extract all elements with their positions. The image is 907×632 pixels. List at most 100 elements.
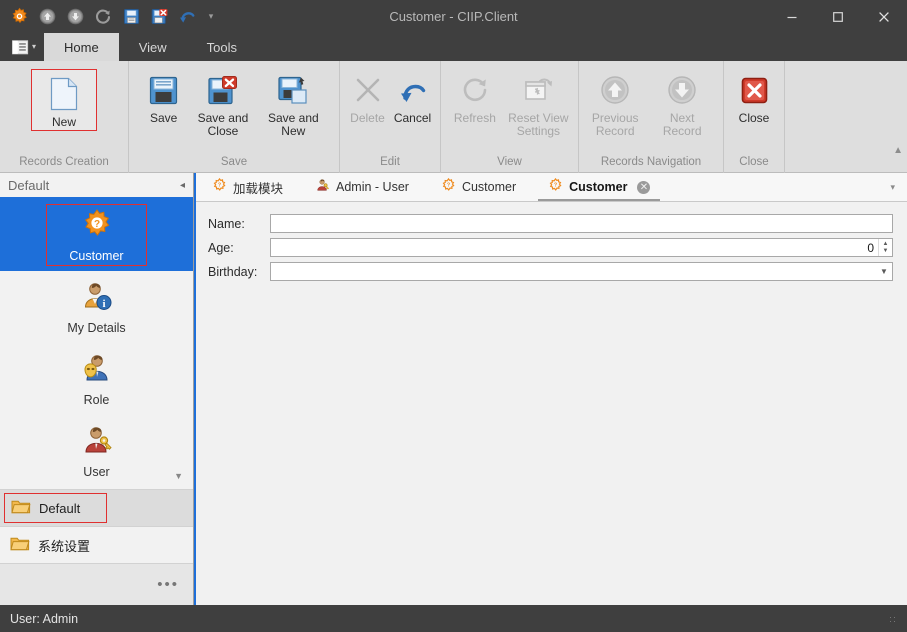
save-and-close-icon[interactable] bbox=[146, 4, 172, 30]
close-button[interactable] bbox=[861, 0, 907, 33]
navigation-pane-header[interactable]: Default ◂ bbox=[0, 173, 193, 199]
chevron-down-icon: ▾ bbox=[32, 42, 37, 51]
birthday-input[interactable]: ▼ bbox=[270, 262, 893, 281]
resize-grip[interactable]: ·· ·· bbox=[889, 612, 897, 625]
document-tab-admin-user-label: Admin - User bbox=[336, 180, 409, 194]
svg-text:?: ? bbox=[554, 182, 557, 188]
spinner-up-icon[interactable]: ▲ bbox=[883, 241, 889, 247]
document-tab-customer-1-label: Customer bbox=[461, 180, 517, 194]
chevron-down-icon[interactable]: ▼ bbox=[876, 263, 892, 280]
form-row-age: Age: 0 ▲ ▼ bbox=[208, 238, 893, 257]
sidebar-item-my-details[interactable]: i My Details bbox=[0, 271, 193, 343]
application-menu-button[interactable]: ▾ bbox=[8, 33, 44, 61]
svg-text:?: ? bbox=[447, 182, 450, 188]
orange-gear-question-icon: ? bbox=[441, 177, 456, 196]
age-input-value: 0 bbox=[867, 240, 874, 255]
delete-button[interactable]: Delete bbox=[346, 67, 389, 125]
close-icon[interactable]: ✕ bbox=[637, 180, 651, 194]
refresh-icon[interactable] bbox=[90, 4, 116, 30]
name-label: Name: bbox=[208, 216, 245, 231]
new-button[interactable]: New bbox=[31, 69, 97, 131]
cancel-button[interactable]: Cancel bbox=[391, 67, 434, 125]
sidebar-item-customer-label: Customer bbox=[69, 249, 124, 263]
nav-group-system-settings-label: 系统设置 bbox=[38, 538, 91, 554]
previous-record-button[interactable]: Previous Record bbox=[585, 67, 645, 138]
status-bar-user-text: User: Admin bbox=[10, 611, 79, 626]
ribbon-tab-tools[interactable]: Tools bbox=[187, 33, 257, 61]
ribbon-group-label-close: Close bbox=[739, 156, 769, 168]
document-tab-load-module[interactable]: ? 加载模块 bbox=[196, 173, 299, 201]
navigation-pane-footer: ••• bbox=[0, 563, 193, 605]
document-tabs-overflow-icon[interactable]: ▾ bbox=[890, 173, 907, 201]
svg-text:?: ? bbox=[218, 182, 221, 188]
close-record-button-label: Close bbox=[738, 111, 770, 125]
main-content: Default ◂ ? Customer i My Details Role U… bbox=[0, 173, 907, 605]
nav-group-default[interactable]: Default bbox=[0, 489, 193, 526]
ribbon-tab-strip: ▾ Home View Tools bbox=[0, 33, 907, 61]
floppy-disk-new-icon bbox=[277, 71, 310, 109]
orange-gear-question-icon: ? bbox=[80, 208, 114, 247]
ribbon-group-label-records-navigation: Records Navigation bbox=[600, 156, 702, 168]
save-and-close-button[interactable]: Save and Close bbox=[194, 67, 251, 138]
age-spinner[interactable]: ▲ ▼ bbox=[878, 239, 892, 256]
close-record-button[interactable]: Close bbox=[730, 67, 778, 125]
nav-group-system-settings[interactable]: 系统设置 bbox=[0, 526, 193, 563]
save-and-new-button[interactable]: Save and New bbox=[254, 67, 333, 138]
ribbon-group-label-view: View bbox=[497, 156, 522, 168]
refresh-button-label: Refresh bbox=[453, 111, 496, 125]
arrow-up-icon[interactable] bbox=[34, 4, 60, 30]
next-record-button-label: Next Record bbox=[662, 111, 702, 138]
user-mask-icon bbox=[80, 352, 114, 391]
refresh-button[interactable]: Refresh bbox=[447, 67, 503, 125]
save-and-close-button-label: Save and Close bbox=[197, 111, 249, 138]
ribbon-filler bbox=[785, 61, 907, 172]
app-gear-icon[interactable] bbox=[6, 4, 32, 30]
document-tab-strip: ? 加载模块 Admin - User ? Customer ? Custome… bbox=[196, 173, 907, 202]
name-input[interactable] bbox=[270, 214, 893, 233]
document-tab-load-module-label: 加载模块 bbox=[233, 181, 284, 196]
save-icon[interactable] bbox=[118, 4, 144, 30]
spinner-down-icon[interactable]: ▼ bbox=[883, 248, 889, 254]
title-bar: ▾ Customer - CIIP.Client bbox=[0, 0, 907, 33]
arrow-down-icon[interactable] bbox=[62, 4, 88, 30]
navigation-groups: Default 系统设置 bbox=[0, 489, 193, 563]
age-label: Age: bbox=[208, 240, 234, 255]
circle-arrow-down-icon bbox=[667, 71, 697, 109]
orange-gear-question-icon: ? bbox=[212, 177, 227, 196]
navigation-overflow-button[interactable]: ••• bbox=[157, 576, 179, 593]
minimize-button[interactable] bbox=[769, 0, 815, 33]
document-tab-admin-user[interactable]: Admin - User bbox=[299, 173, 425, 201]
refresh-circular-icon bbox=[460, 71, 490, 109]
chevron-down-icon[interactable]: ▼ bbox=[174, 471, 183, 481]
ribbon-group-view: Refresh Reset View Settings View bbox=[441, 61, 579, 173]
folder-icon bbox=[11, 498, 31, 518]
svg-text:?: ? bbox=[93, 219, 99, 230]
document-tab-customer-2[interactable]: ? Customer ✕ bbox=[532, 173, 666, 201]
age-input[interactable]: 0 ▲ ▼ bbox=[270, 238, 893, 257]
next-record-button[interactable]: Next Record bbox=[647, 67, 717, 138]
delete-button-label: Delete bbox=[350, 111, 385, 125]
ribbon-group-edit: Delete Cancel Edit bbox=[340, 61, 441, 173]
ribbon-collapse-button[interactable]: ▲ bbox=[893, 145, 903, 156]
window-controls bbox=[769, 0, 907, 33]
undo-icon[interactable] bbox=[174, 4, 200, 30]
chevron-left-icon[interactable]: ◂ bbox=[180, 180, 185, 191]
application-window: ▾ Customer - CIIP.Client ▾ Home View Too… bbox=[0, 0, 907, 632]
circle-arrow-up-icon bbox=[600, 71, 630, 109]
ribbon-tab-view[interactable]: View bbox=[119, 33, 187, 61]
sidebar-item-my-details-label: My Details bbox=[67, 321, 126, 335]
quick-access-overflow-icon[interactable]: ▾ bbox=[202, 5, 220, 29]
document-tab-customer-1[interactable]: ? Customer bbox=[425, 173, 532, 201]
ribbon-group-records-navigation: Previous Record Next Record Records Navi… bbox=[579, 61, 724, 173]
maximize-button[interactable] bbox=[815, 0, 861, 33]
sidebar-item-role[interactable]: Role bbox=[0, 343, 193, 415]
reset-view-settings-button[interactable]: Reset View Settings bbox=[505, 67, 572, 138]
cancel-button-label: Cancel bbox=[393, 111, 432, 125]
sidebar-item-customer[interactable]: ? Customer bbox=[0, 199, 193, 271]
ribbon: New Records Creation Save Save and Close… bbox=[0, 61, 907, 173]
ribbon-group-label-edit: Edit bbox=[380, 156, 400, 168]
save-button[interactable]: Save bbox=[135, 67, 192, 125]
sidebar-item-user[interactable]: User ▼ bbox=[0, 415, 193, 487]
ribbon-tab-home[interactable]: Home bbox=[44, 33, 119, 61]
navigation-items-list: ? Customer i My Details Role User ▼ bbox=[0, 199, 193, 489]
